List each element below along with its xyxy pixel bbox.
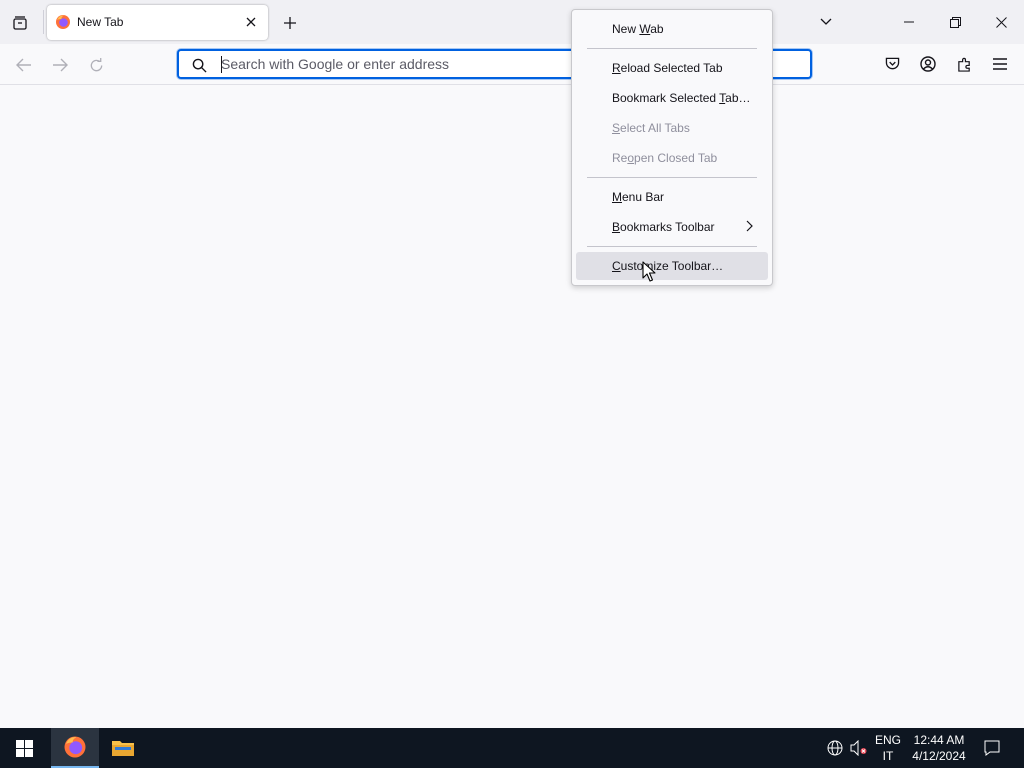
reload-icon[interactable]	[86, 55, 106, 75]
search-icon	[191, 57, 207, 73]
menu-item-label: Reopen Closed Tab	[612, 151, 718, 165]
close-icon[interactable]	[242, 13, 260, 31]
menu-separator	[587, 48, 757, 49]
menu-item-reload-selected-tab[interactable]: Reload Selected Tab	[576, 54, 768, 82]
menu-item-reopen-closed-tab: Reopen Closed Tab	[576, 144, 768, 172]
navigation-toolbar	[0, 44, 1024, 85]
menu-item-label: Reload Selected Tab	[612, 61, 723, 75]
mouse-pointer-icon	[642, 261, 656, 283]
menu-item-label: Menu Bar	[612, 190, 665, 204]
clock-date: 4/12/2024	[912, 749, 966, 763]
language-code: ENG	[874, 733, 901, 747]
submenu-arrow-icon	[746, 220, 754, 235]
minimize-icon[interactable]	[895, 8, 923, 36]
menu-item-customize-toolbar[interactable]: Customize Toolbar…	[576, 252, 768, 280]
page-content	[0, 85, 1024, 728]
language-indicator[interactable]: ENG IT	[872, 732, 904, 764]
hamburger-menu-icon[interactable]	[990, 54, 1010, 74]
menu-item-new-tab[interactable]: New Wab	[576, 15, 768, 43]
menu-item-select-all-tabs: Select All Tabs	[576, 114, 768, 142]
menu-item-menu-bar[interactable]: Menu Bar	[576, 183, 768, 211]
menu-item-label: Customize Toolbar…	[612, 259, 724, 273]
pocket-icon[interactable]	[882, 54, 902, 74]
menu-item-label: New Wab	[612, 22, 664, 36]
keyboard-layout: IT	[882, 749, 894, 763]
menu-item-label: Select All Tabs	[612, 121, 690, 135]
file-explorer-icon[interactable]	[99, 728, 147, 768]
windows-taskbar: ENG IT 12:44 AM 4/12/2024	[0, 728, 1024, 768]
divider	[43, 10, 44, 34]
back-arrow-icon[interactable]	[14, 55, 34, 75]
list-all-tabs-chevron-icon[interactable]	[815, 12, 837, 32]
menu-item-bookmark-selected-tab[interactable]: Bookmark Selected Tab…	[576, 84, 768, 112]
windows-start-icon[interactable]	[0, 728, 48, 768]
network-globe-icon[interactable]	[824, 728, 846, 768]
clock-time: 12:44 AM	[913, 733, 965, 747]
forward-arrow-icon[interactable]	[50, 55, 70, 75]
clock[interactable]: 12:44 AM 4/12/2024	[906, 732, 972, 764]
tab-title: New Tab	[77, 15, 124, 29]
account-icon[interactable]	[918, 54, 938, 74]
taskbar-firefox-icon[interactable]	[51, 728, 99, 768]
menu-item-label: Bookmarks Toolbar	[612, 220, 715, 234]
restore-icon[interactable]	[941, 8, 969, 36]
menu-item-bookmarks-toolbar[interactable]: Bookmarks Toolbar	[576, 213, 768, 241]
extensions-icon[interactable]	[954, 54, 974, 74]
tab-context-menu: New Wab Reload Selected Tab Bookmark Sel…	[571, 9, 773, 286]
menu-separator	[587, 246, 757, 247]
tab-overview-icon[interactable]	[10, 13, 30, 33]
menu-separator	[587, 177, 757, 178]
tab-new-tab[interactable]: New Tab	[47, 5, 268, 40]
tab-strip: New Tab	[0, 0, 1024, 44]
new-tab-plus-icon[interactable]	[280, 13, 300, 33]
close-icon[interactable]	[987, 8, 1015, 36]
volume-muted-icon[interactable]	[848, 728, 870, 768]
menu-item-label: Bookmark Selected Tab…	[612, 91, 751, 105]
notification-center-icon[interactable]	[980, 728, 1004, 768]
firefox-icon	[55, 14, 71, 30]
